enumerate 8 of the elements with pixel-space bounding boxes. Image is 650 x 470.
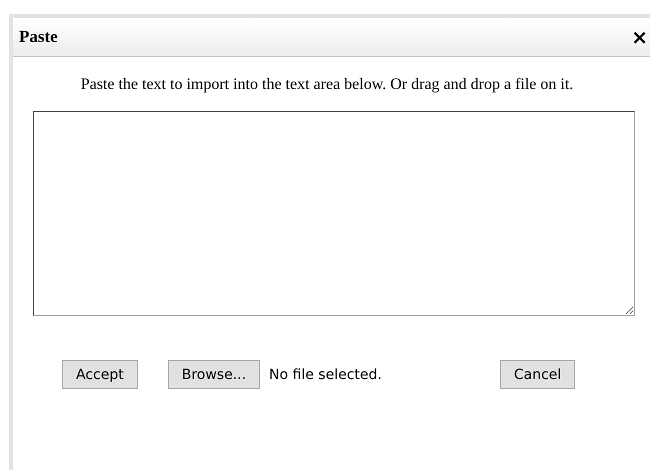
text-area[interactable]: [33, 111, 635, 316]
close-button[interactable]: ×: [631, 25, 648, 49]
file-status: No file selected.: [269, 366, 382, 382]
browse-button[interactable]: Browse...: [168, 360, 260, 389]
cancel-button[interactable]: Cancel: [500, 360, 576, 389]
instructions-text: Paste the text to import into the text area below. Or drag and drop a file on it.: [80, 75, 574, 95]
dialog-title: Paste: [19, 27, 58, 47]
accept-button[interactable]: Accept: [62, 360, 138, 389]
